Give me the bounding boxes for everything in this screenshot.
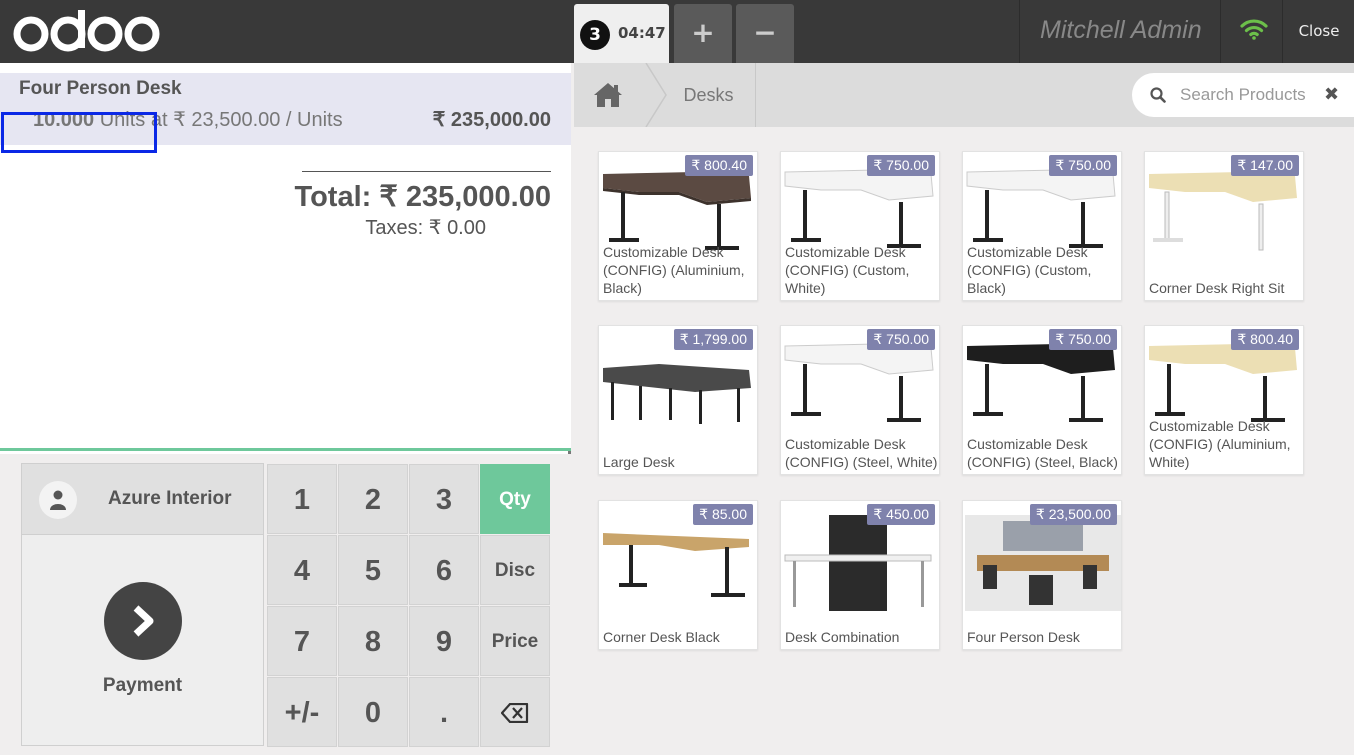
numpad-key-0[interactable]: 0	[338, 677, 408, 747]
product-price: ₹ 450.00	[867, 504, 935, 525]
product-name: Customizable Desk (CONFIG) (Aluminium, B…	[603, 244, 745, 296]
numpad-key-3[interactable]: 3	[409, 464, 479, 534]
remove-order-button[interactable]: −	[736, 4, 794, 63]
numpad-key-8[interactable]: 8	[338, 606, 408, 676]
product-name: Large Desk	[603, 454, 675, 470]
product-card[interactable]: ₹ 800.40 Customizable Desk (CONFIG) (Alu…	[1144, 325, 1304, 475]
mode-price-button[interactable]: Price	[480, 606, 550, 676]
backspace-icon	[500, 702, 529, 724]
clear-search-icon[interactable]: ✖	[1324, 84, 1339, 105]
product-price: ₹ 23,500.00	[1029, 504, 1117, 525]
add-order-button[interactable]: +	[674, 4, 732, 63]
customer-button[interactable]: Azure Interior	[21, 463, 264, 535]
product-name: Corner Desk Right Sit	[1149, 280, 1285, 296]
order-number-badge: 3	[580, 20, 610, 50]
chevron-right-icon	[133, 605, 154, 637]
quantity-highlight-box	[1, 112, 157, 153]
order-tab-selected[interactable]: 3 04:47	[574, 4, 669, 63]
search-box: ✖	[1132, 73, 1354, 117]
product-name: Customizable Desk (CONFIG) (Steel, White…	[785, 436, 938, 470]
order-container: Four Person Desk 10.000 Units at ₹ 23,50…	[0, 63, 571, 451]
order-taxes: Taxes: ₹ 0.00	[365, 217, 486, 239]
product-name: Desk Combination	[785, 629, 900, 645]
breadcrumb-category[interactable]: Desks	[662, 63, 756, 127]
numpad-key-9[interactable]: 9	[409, 606, 479, 676]
product-card[interactable]: ₹ 23,500.00 Four Person Desk	[962, 500, 1122, 650]
order-panel: Four Person Desk 10.000 Units at ₹ 23,50…	[0, 63, 571, 755]
product-price: ₹ 750.00	[1049, 155, 1117, 176]
numpad-key-plus-minus[interactable]: +/-	[267, 677, 337, 747]
cashier-name: Mitchell Admin	[1040, 16, 1202, 44]
product-name: Customizable Desk (CONFIG) (Custom, Blac…	[967, 244, 1092, 296]
product-list: ₹ 800.40 Customizable Desk (CONFIG) (Alu…	[598, 151, 1338, 751]
search-icon	[1150, 87, 1166, 103]
product-name: Customizable Desk (CONFIG) (Steel, Black…	[967, 436, 1118, 470]
product-name: Customizable Desk (CONFIG) (Custom, Whit…	[785, 244, 910, 296]
product-card[interactable]: ₹ 750.00 Customizable Desk (CONFIG) (Cus…	[780, 151, 940, 301]
orderline-selected[interactable]: Four Person Desk 10.000 Units at ₹ 23,50…	[0, 73, 571, 153]
payment-circle	[104, 582, 182, 660]
numpad-key-7[interactable]: 7	[267, 606, 337, 676]
product-card[interactable]: ₹ 147.00 Corner Desk Right Sit	[1144, 151, 1304, 301]
wifi-icon	[1240, 19, 1268, 40]
summary-divider	[302, 171, 551, 172]
pos-header: 3 04:47 + − Mitchell Admin Close	[0, 0, 1354, 63]
numpad-key-1[interactable]: 1	[267, 464, 337, 534]
numpad: 1 2 3 Qty 4 5 6 Disc 7 8 9 Price +/- 0 .	[267, 464, 550, 747]
product-price: ₹ 750.00	[1049, 329, 1117, 350]
orderline-product-name: Four Person Desk	[19, 78, 182, 99]
product-price: ₹ 750.00	[867, 155, 935, 176]
product-card[interactable]: ₹ 750.00 Customizable Desk (CONFIG) (Ste…	[962, 325, 1122, 475]
odoo-logo	[13, 10, 160, 52]
product-card[interactable]: ₹ 800.40 Customizable Desk (CONFIG) (Alu…	[598, 151, 758, 301]
order-total: Total: ₹ 235,000.00	[294, 181, 551, 213]
payment-label: Payment	[102, 675, 183, 696]
orderline-unit-price: at ₹ 23,500.00 / Units	[150, 109, 343, 131]
product-name: Four Person Desk	[967, 629, 1080, 645]
product-price: ₹ 750.00	[867, 329, 935, 350]
connection-status[interactable]	[1221, 0, 1283, 63]
numpad-key-6[interactable]: 6	[409, 535, 479, 605]
product-price: ₹ 800.40	[1231, 329, 1299, 350]
backspace-button[interactable]	[480, 677, 550, 747]
product-name: Customizable Desk (CONFIG) (Aluminium, W…	[1149, 418, 1291, 470]
numpad-key-5[interactable]: 5	[338, 535, 408, 605]
numpad-key-decimal[interactable]: .	[409, 677, 479, 747]
product-card[interactable]: ₹ 1,799.00 Large Desk	[598, 325, 758, 475]
product-name: Corner Desk Black	[603, 629, 720, 645]
close-button[interactable]: Close	[1284, 0, 1354, 63]
product-price: ₹ 800.40	[685, 155, 753, 176]
numpad-key-4[interactable]: 4	[267, 535, 337, 605]
product-screen: Desks ✖ ₹ 800.40 Customizable Desk (CONF…	[574, 63, 1354, 755]
cashier-selector[interactable]: Mitchell Admin	[1019, 0, 1221, 63]
orderline-total: ₹ 235,000.00	[432, 109, 551, 131]
product-price: ₹ 85.00	[693, 504, 753, 525]
control-pad: Azure Interior Payment 1 2 3 Qty 4 5 6 D…	[0, 454, 571, 755]
product-card[interactable]: ₹ 85.00 Corner Desk Black	[598, 500, 758, 650]
product-card[interactable]: ₹ 750.00 Customizable Desk (CONFIG) (Ste…	[780, 325, 940, 475]
numpad-key-2[interactable]: 2	[338, 464, 408, 534]
order-time: 04:47	[618, 24, 666, 42]
user-icon	[50, 490, 66, 510]
mode-disc-button[interactable]: Disc	[480, 535, 550, 605]
product-price: ₹ 147.00	[1231, 155, 1299, 176]
product-card[interactable]: ₹ 450.00 Desk Combination	[780, 500, 940, 650]
customer-name: Azure Interior	[108, 488, 232, 509]
product-card[interactable]: ₹ 750.00 Customizable Desk (CONFIG) (Cus…	[962, 151, 1122, 301]
mode-qty-button[interactable]: Qty	[480, 464, 550, 534]
breadcrumb: Desks ✖	[574, 63, 1354, 127]
product-price: ₹ 1,799.00	[673, 329, 753, 350]
payment-button[interactable]: Payment	[21, 535, 264, 746]
avatar	[39, 481, 77, 519]
search-input[interactable]	[1180, 83, 1320, 107]
breadcrumb-home[interactable]	[574, 63, 652, 127]
home-icon	[594, 83, 622, 107]
